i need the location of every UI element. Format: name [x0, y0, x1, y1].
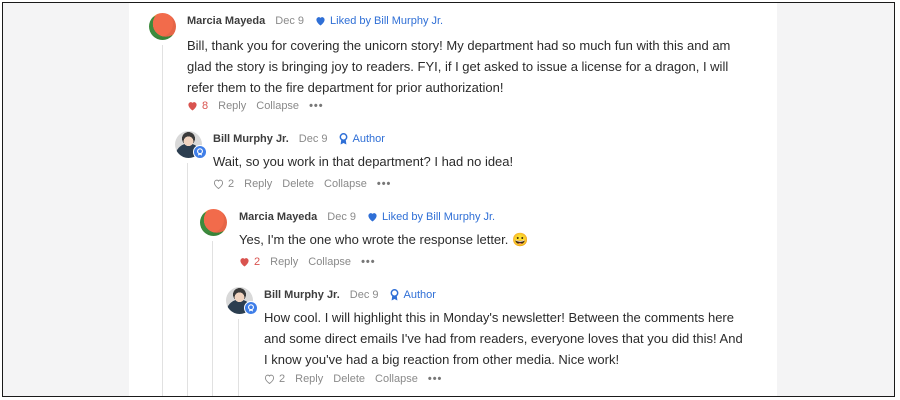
comment-text: How cool. I will highlight this in Monda… — [264, 310, 743, 367]
more-options-button[interactable]: ••• — [377, 178, 392, 190]
like-button[interactable]: 8 — [187, 100, 208, 112]
author-medal-icon — [339, 133, 347, 145]
liked-by-badge: Liked by Bill Murphy Jr. — [367, 211, 495, 223]
comment-date[interactable]: Dec 9 — [350, 289, 379, 301]
comment-actions: 2 Reply Delete Collapse ••• — [264, 373, 452, 385]
reply-button[interactable]: Reply — [244, 178, 272, 190]
comment-header: Bill Murphy Jr. Dec 9 Author — [213, 133, 385, 145]
comment-text: Bill, thank you for covering the unicorn… — [187, 38, 731, 95]
thread-line[interactable] — [187, 163, 188, 396]
author-tag: Author — [390, 289, 436, 301]
more-options-button[interactable]: ••• — [361, 256, 376, 268]
author-name[interactable]: Marcia Mayeda — [239, 211, 317, 223]
heart-outline-icon — [264, 374, 275, 384]
thread-line[interactable] — [238, 319, 239, 396]
author-medal-icon — [390, 289, 398, 301]
reply-button[interactable]: Reply — [218, 100, 246, 112]
comment-header: Bill Murphy Jr. Dec 9 Author — [264, 289, 436, 301]
liked-by-badge: Liked by Bill Murphy Jr. — [315, 15, 443, 27]
heart-outline-icon — [213, 179, 224, 189]
more-options-button[interactable]: ••• — [309, 100, 324, 112]
like-count: 8 — [202, 100, 209, 112]
heart-icon — [368, 213, 377, 222]
reply-button[interactable]: Reply — [295, 373, 323, 385]
liked-by-text: Liked by Bill Murphy Jr. — [330, 15, 444, 27]
like-button[interactable]: 2 — [239, 256, 260, 268]
collapse-button[interactable]: Collapse — [324, 178, 367, 190]
author-name[interactable]: Bill Murphy Jr. — [213, 133, 289, 145]
like-count: 2 — [228, 178, 235, 190]
author-label: Author — [352, 133, 385, 145]
collapse-button[interactable]: Collapse — [375, 373, 418, 385]
heart-filled-icon — [240, 258, 249, 267]
avatar[interactable] — [149, 13, 176, 40]
comment-header: Marcia Mayeda Dec 9 Liked by Bill Murphy… — [187, 15, 443, 27]
comment-actions: 8 Reply Collapse ••• — [187, 100, 334, 112]
heart-filled-icon — [188, 102, 197, 111]
collapse-button[interactable]: Collapse — [308, 256, 351, 268]
page-frame: Marcia Mayeda Dec 9 Liked by Bill Murphy… — [2, 2, 895, 397]
comment-actions: 2 Reply Collapse ••• — [239, 256, 386, 268]
thread-line[interactable] — [162, 45, 163, 396]
collapse-button[interactable]: Collapse — [256, 100, 299, 112]
liked-by-text: Liked by Bill Murphy Jr. — [382, 211, 496, 223]
comment-date[interactable]: Dec 9 — [299, 133, 328, 145]
author-label: Author — [403, 289, 436, 301]
author-name[interactable]: Marcia Mayeda — [187, 15, 265, 27]
like-count: 2 — [279, 373, 286, 385]
delete-button[interactable]: Delete — [333, 373, 365, 385]
heart-icon — [316, 17, 325, 26]
comment-date[interactable]: Dec 9 — [327, 211, 356, 223]
author-tag: Author — [339, 133, 385, 145]
like-button[interactable]: 2 — [264, 373, 285, 385]
comment-header: Marcia Mayeda Dec 9 Liked by Bill Murphy… — [239, 211, 495, 223]
author-name[interactable]: Bill Murphy Jr. — [264, 289, 340, 301]
comment-text: Wait, so you work in that department? I … — [213, 154, 514, 169]
comments-panel: Marcia Mayeda Dec 9 Liked by Bill Murphy… — [129, 3, 777, 396]
author-badge-icon — [193, 145, 207, 159]
comment-actions: 2 Reply Delete Collapse ••• — [213, 178, 401, 190]
comment-date[interactable]: Dec 9 — [275, 15, 304, 27]
avatar[interactable] — [200, 209, 227, 236]
reply-button[interactable]: Reply — [270, 256, 298, 268]
author-badge-icon — [244, 301, 258, 315]
like-button[interactable]: 2 — [213, 178, 234, 190]
delete-button[interactable]: Delete — [282, 178, 314, 190]
more-options-button[interactable]: ••• — [428, 373, 443, 385]
like-count: 2 — [254, 256, 261, 268]
comment-text: Yes, I'm the one who wrote the response … — [239, 232, 529, 247]
thread-line[interactable] — [212, 241, 213, 396]
